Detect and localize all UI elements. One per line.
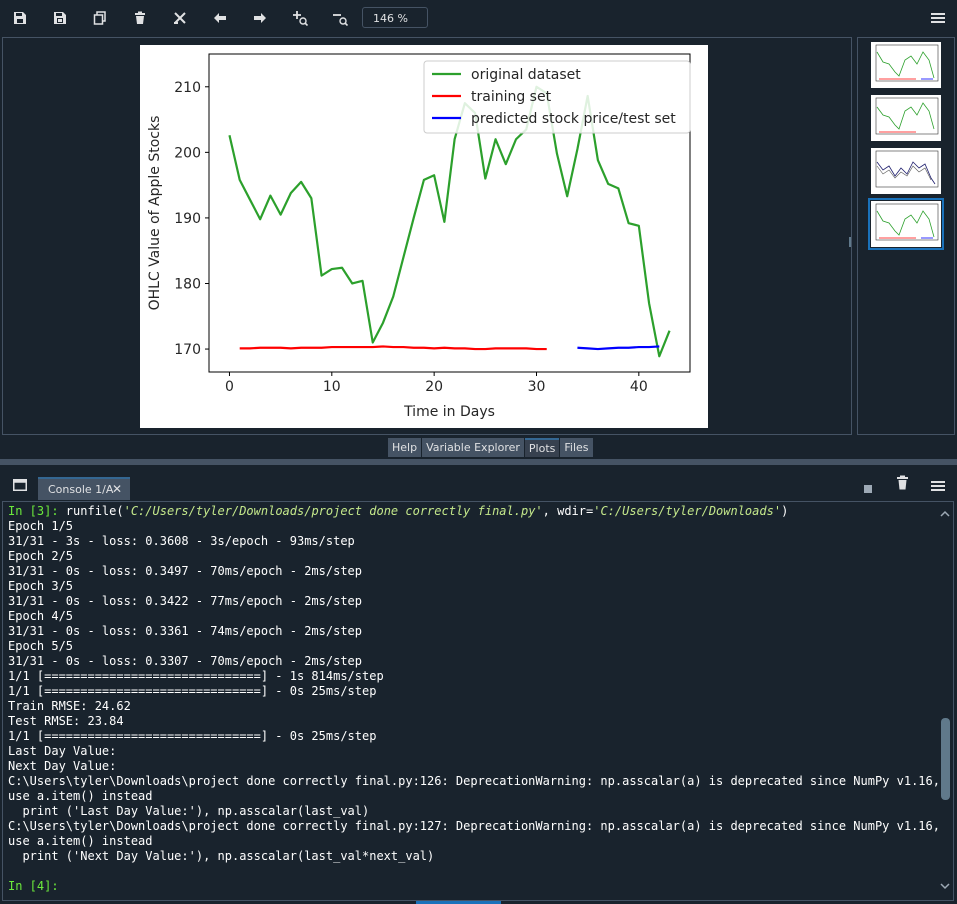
console-line: Epoch 1/5 xyxy=(8,519,74,533)
x-tick-label: 0 xyxy=(225,379,234,395)
plot-figure[interactable]: 0 10 20 30 40 170 180 190 200 210 Time in Days OHLC… xyxy=(140,45,708,428)
zoom-level-field[interactable]: 146 % xyxy=(362,7,428,28)
save-icon[interactable] xyxy=(7,6,33,30)
console-line: print ('Next Day Value:'), np.asscalar(l… xyxy=(8,849,435,863)
stop-icon[interactable] xyxy=(864,478,872,497)
console-line: Epoch 4/5 xyxy=(8,609,74,623)
y-tick-label: 180 xyxy=(174,276,201,292)
console-line: use a.item() instead xyxy=(8,834,153,848)
console-line: C:\Users\tyler\Downloads\project done co… xyxy=(8,774,940,788)
x-tick-label: 40 xyxy=(630,379,648,395)
console-line: C:\Users\tyler\Downloads\project done co… xyxy=(8,819,940,833)
x-tick-label: 20 xyxy=(425,379,443,395)
console-prompt-line: In [4]: xyxy=(8,879,933,894)
tab-files[interactable]: Files xyxy=(560,438,593,457)
zoom-in-icon[interactable] xyxy=(287,6,313,30)
plot-thumbnail[interactable] xyxy=(871,148,941,194)
copy-icon[interactable] xyxy=(87,6,113,30)
console-line: 31/31 - 0s - loss: 0.3497 - 70ms/epoch -… xyxy=(8,564,363,578)
trash-icon[interactable] xyxy=(127,6,153,30)
plot-thumbnail-selected[interactable] xyxy=(868,198,944,250)
save-all-icon[interactable] xyxy=(47,6,73,30)
pane-tab-bar: Help Variable Explorer Plots Files xyxy=(388,438,594,458)
x-tick-label: 30 xyxy=(528,379,546,395)
zoom-out-icon[interactable] xyxy=(327,6,353,30)
console-line: Last Day Value: xyxy=(8,744,117,758)
console-line: use a.item() instead xyxy=(8,789,153,803)
hamburger-menu-icon[interactable] xyxy=(925,6,951,30)
arrow-left-icon[interactable] xyxy=(207,6,233,30)
prompt-in3: In [3]: xyxy=(8,504,59,518)
console-line: Epoch 3/5 xyxy=(8,579,74,593)
console-input-line: In [3]: runfile('C:/Users/tyler/Download… xyxy=(8,504,789,518)
legend-label: original dataset xyxy=(471,67,581,83)
console-line: Train RMSE: 24.62 xyxy=(8,699,131,713)
arrow-right-icon[interactable] xyxy=(247,6,273,30)
console-line: Epoch 5/5 xyxy=(8,639,74,653)
tab-help[interactable]: Help xyxy=(388,438,422,457)
series-line-2 xyxy=(577,345,660,351)
console-line: Test RMSE: 23.84 xyxy=(8,714,124,728)
console-menu-icon[interactable] xyxy=(931,477,945,496)
console-line: 31/31 - 0s - loss: 0.3307 - 70ms/epoch -… xyxy=(8,654,363,668)
legend-label: training set xyxy=(471,89,552,105)
console-line: 1/1 [==============================] - 1… xyxy=(8,669,384,683)
console-header xyxy=(0,465,957,501)
console-scroll-thumb[interactable] xyxy=(941,718,950,800)
y-tick-label: 170 xyxy=(174,342,201,358)
console-output-lines: Epoch 1/5 31/31 - 3s - loss: 0.3608 - 3s/… xyxy=(8,519,940,879)
clear-all-icon[interactable] xyxy=(167,6,193,30)
console-line: 1/1 [==============================] - 0… xyxy=(8,729,377,743)
plot-thumbnail[interactable] xyxy=(871,95,941,141)
prompt-in4: In [4]: xyxy=(8,879,59,893)
console-line: Next Day Value: xyxy=(8,759,117,773)
close-icon[interactable]: ✕ xyxy=(112,479,122,500)
plot-thumbnails xyxy=(857,37,955,435)
plots-toolbar: 146 % xyxy=(0,0,957,36)
splitter-handle[interactable] xyxy=(848,232,852,247)
x-axis-label: Time in Days xyxy=(403,404,495,420)
console-line: Epoch 2/5 xyxy=(8,549,74,563)
console-text[interactable]: In [3]: runfile('C:/Users/tyler/Download… xyxy=(8,504,940,894)
x-tick-label: 10 xyxy=(323,379,341,395)
y-tick-label: 200 xyxy=(174,145,201,161)
console-line: print ('Last Day Value:'), np.asscalar(l… xyxy=(8,804,370,818)
y-axis-label: OHLC Value of Apple Stocks xyxy=(147,116,163,311)
console-line: 31/31 - 3s - loss: 0.3608 - 3s/epoch - 9… xyxy=(8,534,355,548)
console-line: 31/31 - 0s - loss: 0.3422 - 77ms/epoch -… xyxy=(8,594,363,608)
remove-variables-icon[interactable] xyxy=(896,475,909,494)
series-line-1 xyxy=(239,345,547,351)
tab-variable-explorer[interactable]: Variable Explorer xyxy=(422,438,524,457)
tab-plots[interactable]: Plots xyxy=(524,438,560,457)
console-scrollbar[interactable] xyxy=(939,506,951,894)
stock-line-chart: 0 10 20 30 40 170 180 190 200 210 Time in Days OHLC… xyxy=(147,53,691,420)
console-tab[interactable]: Console 1/A ✕ xyxy=(38,477,130,500)
legend-label: predicted stock price/test set xyxy=(471,111,676,127)
console-line: 1/1 [==============================] - 0… xyxy=(8,684,377,698)
browse-tabs-icon[interactable] xyxy=(13,476,27,495)
plot-thumbnail[interactable] xyxy=(871,42,941,88)
console-line: 31/31 - 0s - loss: 0.3361 - 74ms/epoch -… xyxy=(8,624,363,638)
y-tick-label: 190 xyxy=(174,211,201,227)
y-tick-label: 210 xyxy=(174,80,201,96)
console-tab-label: Console 1/A xyxy=(48,483,114,496)
